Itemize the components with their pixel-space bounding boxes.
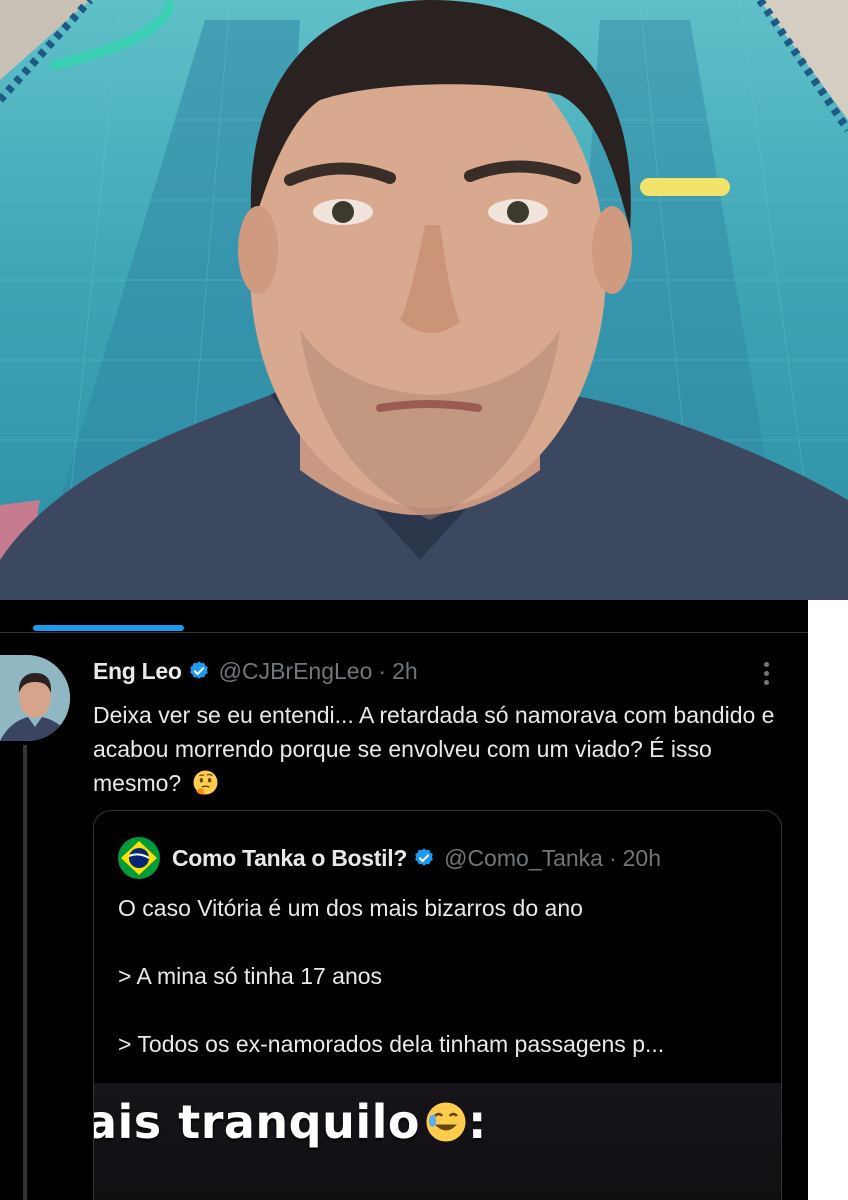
quoted-tweet-text: O caso Vitória é um dos mais bizarros do…	[118, 891, 758, 1095]
tweet-header: Eng Leo @CJBrEngLeo · 2h	[93, 656, 418, 686]
verified-badge-icon	[189, 661, 208, 679]
tweet-panel: Eng Leo @CJBrEngLeo · 2h Deixa ver se eu…	[0, 600, 808, 1200]
author-handle[interactable]: @CJBrEngLeo	[219, 658, 373, 685]
quoted-line: > Todos os ex-namorados dela tinham pass…	[118, 1031, 665, 1057]
selfie-photo	[0, 0, 848, 600]
avatar[interactable]	[0, 655, 70, 741]
divider	[0, 632, 808, 633]
quoted-tweet-header: Como Tanka o Bostil? @Como_Tanka · 20h	[118, 837, 661, 879]
laughing-face-icon	[426, 1102, 466, 1142]
timestamp[interactable]: 2h	[392, 658, 418, 685]
quoted-line: O caso Vitória é um dos mais bizarros do…	[118, 895, 583, 921]
media-caption-suffix: :	[467, 1095, 487, 1149]
thread-line	[23, 745, 27, 1200]
tweet-text: Deixa ver se eu entendi... A retardada s…	[93, 698, 783, 800]
quoted-author-handle[interactable]: @Como_Tanka	[444, 845, 603, 872]
media-caption: ais tranquilo :	[94, 1095, 487, 1149]
separator: ·	[378, 657, 387, 684]
quoted-avatar[interactable]	[118, 837, 160, 879]
verified-badge-icon	[415, 848, 433, 866]
quoted-author-name[interactable]: Como Tanka o Bostil?	[172, 845, 407, 872]
media-caption-text: ais tranquilo	[94, 1095, 420, 1149]
quoted-timestamp[interactable]: 20h	[623, 845, 661, 872]
quoted-line: > A mina só tinha 17 anos	[118, 963, 383, 989]
tab-indicator	[33, 625, 184, 631]
more-options-icon[interactable]	[756, 657, 776, 689]
quoted-media[interactable]: ais tranquilo :	[94, 1083, 781, 1200]
author-name[interactable]: Eng Leo	[93, 658, 182, 685]
separator: ·	[608, 844, 617, 871]
quoted-tweet[interactable]: Como Tanka o Bostil? @Como_Tanka · 20h O…	[93, 810, 782, 1200]
thinking-face-icon	[193, 770, 218, 795]
